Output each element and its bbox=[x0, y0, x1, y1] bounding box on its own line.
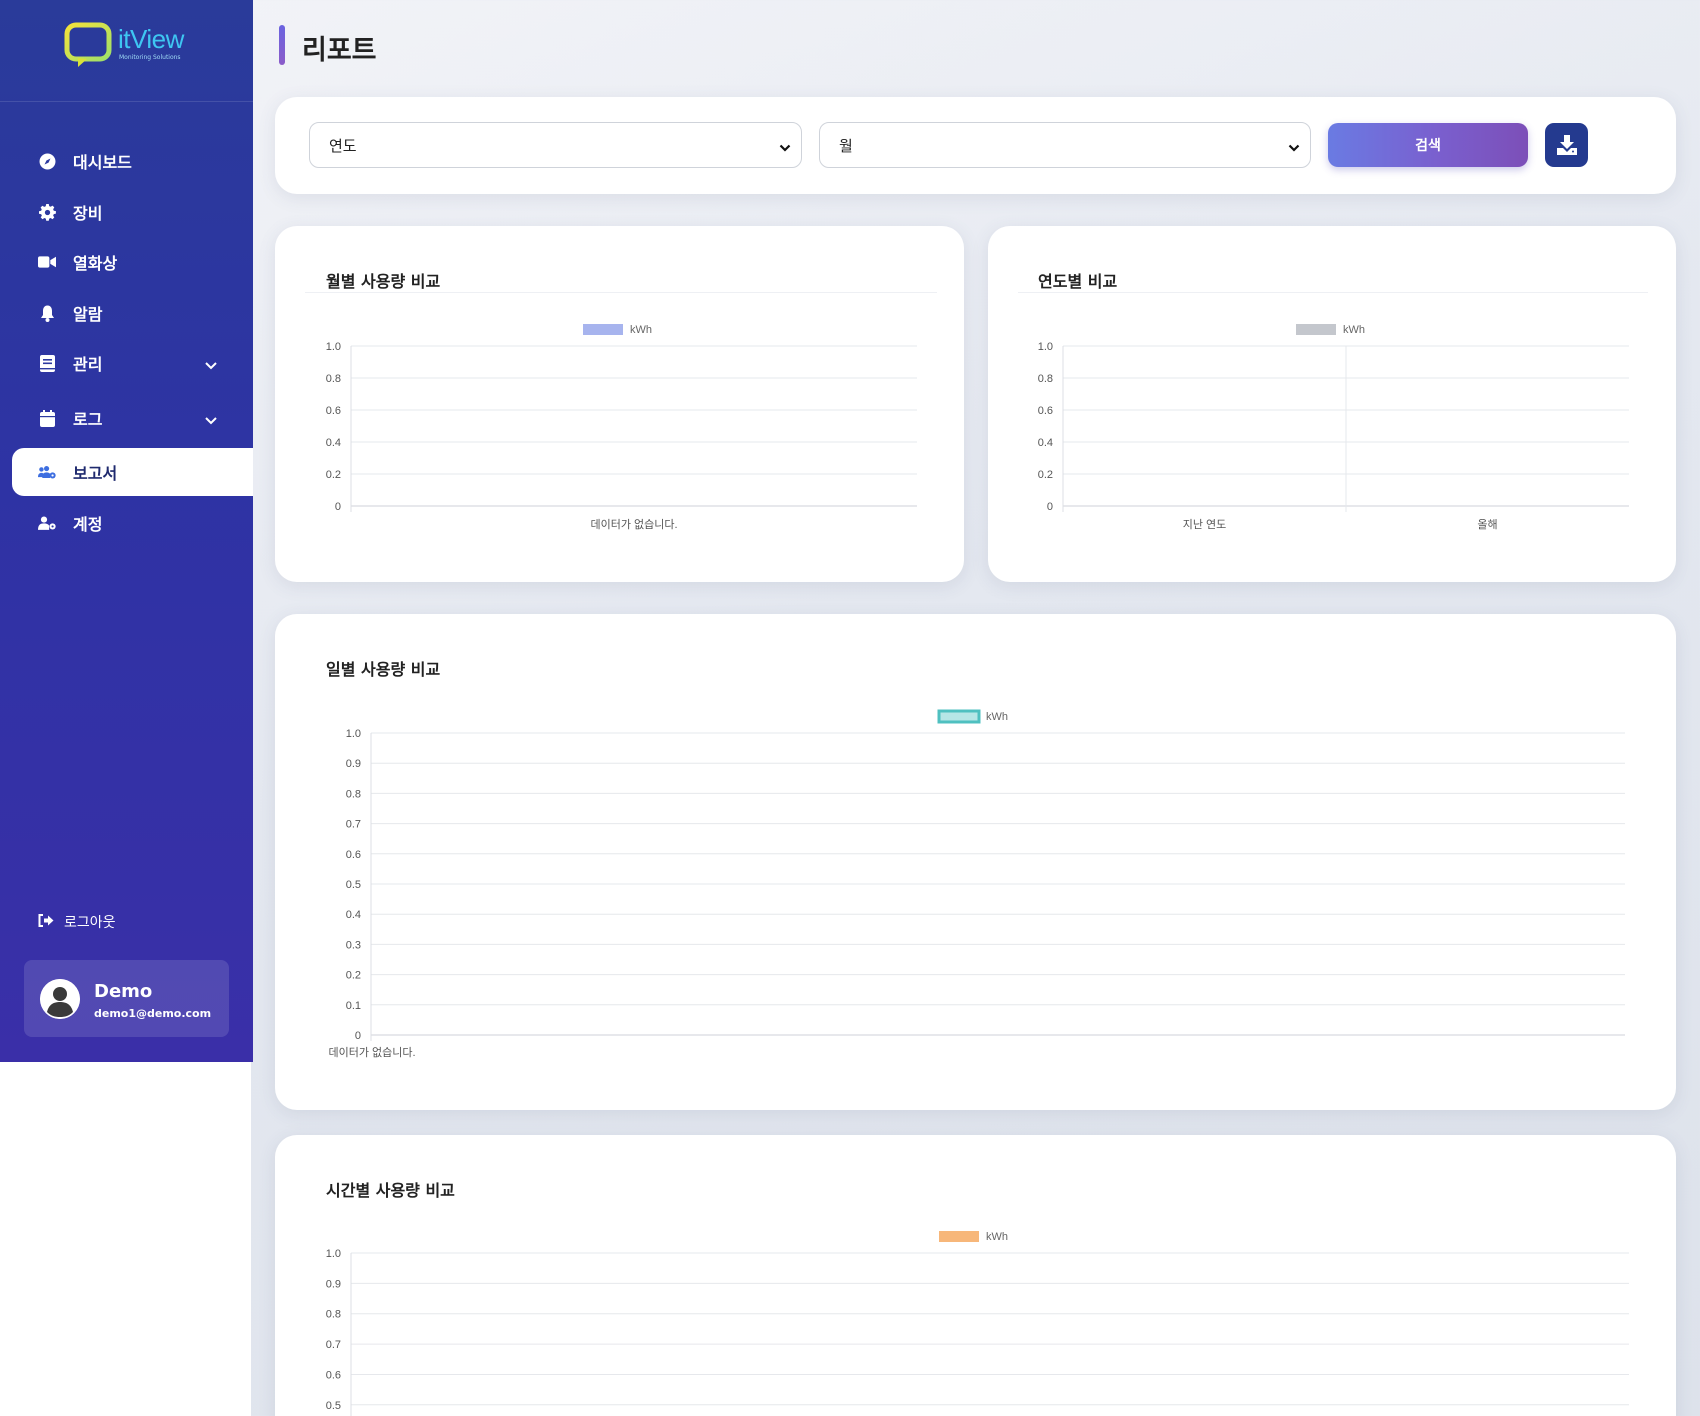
legend-swatch bbox=[939, 1231, 979, 1242]
hourly-usage-chart: 1.0 0.9 0.8 0.7 0.6 0.5 kWh bbox=[326, 1231, 1629, 1416]
legend-label: kWh bbox=[986, 1231, 1008, 1243]
y-tick-label: 0.9 bbox=[326, 1278, 341, 1290]
y-tick-label: 0.8 bbox=[326, 1309, 341, 1321]
y-tick-label: 0.7 bbox=[326, 1339, 341, 1351]
y-tick-label: 1.0 bbox=[326, 1248, 341, 1260]
y-tick-label: 0.6 bbox=[326, 1369, 341, 1381]
y-tick-label: 0.5 bbox=[326, 1400, 341, 1412]
